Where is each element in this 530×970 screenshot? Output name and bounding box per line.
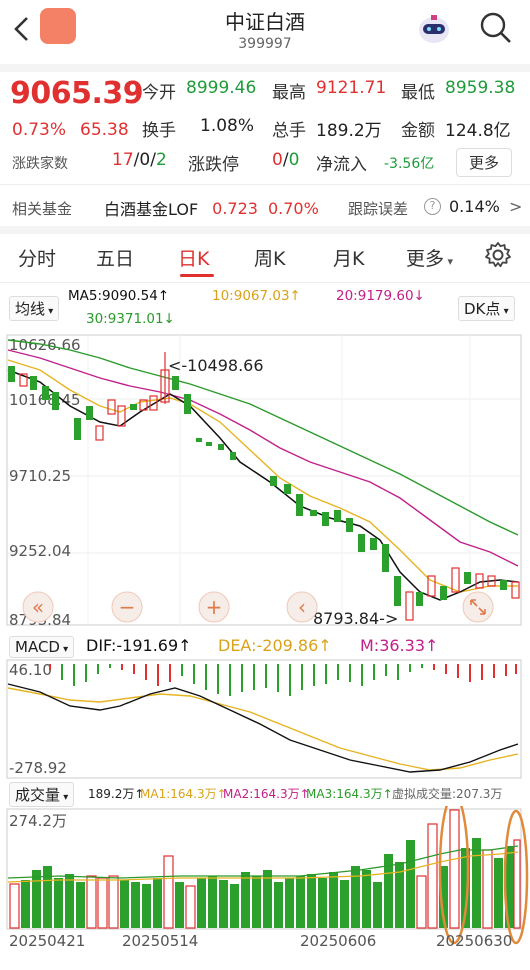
volume-label: 总手 bbox=[272, 121, 306, 141]
fund-price: 0.723 bbox=[212, 198, 258, 218]
fund-label: 相关基金 bbox=[12, 200, 73, 218]
tab-monthly-k[interactable]: 月K bbox=[333, 244, 364, 271]
volume-virtual: 虚拟成交量:207.3万 bbox=[392, 787, 503, 801]
ma30-value: 30:9371.01↓ bbox=[86, 311, 175, 327]
tab-more-label: 更多 bbox=[406, 248, 445, 270]
search-icon[interactable] bbox=[478, 10, 514, 46]
fullscreen-button[interactable] bbox=[462, 591, 494, 623]
down-count: 2 bbox=[155, 150, 167, 170]
macd-dif-line bbox=[7, 683, 519, 773]
open-value: 8999.46 bbox=[186, 78, 257, 98]
tracking-error-value: 0.14% bbox=[449, 197, 500, 216]
tab-daily-k[interactable]: 日K bbox=[178, 244, 209, 271]
netflow-value: -3.56亿 bbox=[384, 156, 435, 172]
date-label-2: 20250514 bbox=[122, 932, 198, 950]
macd-bottom-label: -278.92 bbox=[9, 759, 67, 777]
limit-up-count: 0 bbox=[272, 150, 283, 170]
limit-counts: 0/ 0 bbox=[272, 150, 300, 170]
high-annotation: <-10498.66 bbox=[168, 356, 264, 375]
volume-value: 189.2万 bbox=[316, 121, 382, 141]
date-label-4: 20250630 bbox=[436, 932, 512, 950]
macd-dea-line bbox=[7, 687, 519, 771]
open-label: 今开 bbox=[142, 83, 176, 103]
volume-selector-label: 成交量 bbox=[15, 786, 61, 804]
high-value: 9121.71 bbox=[316, 78, 387, 98]
up-count: 17 bbox=[112, 150, 134, 170]
ma20-line bbox=[7, 349, 519, 567]
tab-intraday[interactable]: 分时 bbox=[18, 244, 56, 271]
dk-point-label: DK点 bbox=[464, 300, 501, 318]
ma10-value: 10:9067.03↑ bbox=[212, 288, 301, 304]
y-label-4: 9252.04 bbox=[9, 542, 71, 560]
flat-count: 0 bbox=[139, 150, 151, 170]
fund-pct: 0.70% bbox=[267, 198, 319, 218]
caret-down-icon: ▾ bbox=[444, 255, 454, 268]
tab-weekly-k[interactable]: 周K bbox=[254, 244, 285, 271]
macd-chart[interactable]: 46.10 -278.92 bbox=[0, 640, 530, 780]
volume-ma1: MA1:164.3万↑ bbox=[140, 787, 227, 801]
ma-selector[interactable]: 均线 ▾ bbox=[9, 296, 60, 321]
volume-selector[interactable]: 成交量 ▾ bbox=[9, 782, 75, 807]
caret-down-icon: ▾ bbox=[45, 306, 54, 317]
caret-down-icon: ▾ bbox=[60, 792, 69, 803]
volume-ma3: MA3:164.3万↑ bbox=[306, 787, 393, 801]
tab-active-indicator bbox=[180, 274, 214, 277]
ma5-value: MA5:9090.54↑ bbox=[68, 288, 170, 304]
low-label: 最低 bbox=[401, 83, 435, 103]
updown-counts: 17/ 0/ 2 bbox=[112, 150, 167, 170]
volume-ma2: MA2:164.3万↑ bbox=[223, 787, 310, 801]
volume-top-label: 274.2万 bbox=[9, 812, 67, 830]
candles bbox=[8, 352, 520, 621]
ma-selector-label: 均线 bbox=[15, 300, 46, 318]
kline-chart[interactable]: 10626.66 10168.45 9710.25 9252.04 8793.8… bbox=[0, 330, 530, 630]
turnover-label: 换手 bbox=[142, 121, 176, 141]
netflow-label: 净流入 bbox=[316, 155, 367, 175]
ma5-line bbox=[7, 369, 519, 601]
scroll-left-fast-icon: « bbox=[32, 595, 44, 619]
current-price: 9065.39 bbox=[10, 76, 144, 111]
zoom-out-icon: − bbox=[119, 595, 136, 619]
limit-label: 涨跌停 bbox=[188, 155, 239, 175]
amount-label: 金额 bbox=[401, 121, 435, 141]
turnover-value: 1.08% bbox=[200, 116, 255, 136]
assistant-avatar-icon[interactable] bbox=[414, 12, 454, 48]
tab-more[interactable]: 更多 ▾ bbox=[406, 244, 453, 271]
volume-chart[interactable]: 274.2万 20250421 20250514 20250606 202506… bbox=[0, 806, 530, 950]
help-icon[interactable]: ? bbox=[424, 198, 441, 215]
date-label-3: 20250606 bbox=[300, 932, 376, 950]
more-stats-button[interactable]: 更多 bbox=[456, 148, 513, 177]
ma20-value: 20:9179.60↓ bbox=[336, 288, 425, 304]
amount-value: 124.8亿 bbox=[445, 121, 511, 141]
settings-gear-icon[interactable] bbox=[484, 241, 512, 269]
tracking-error-label: 跟踪误差 bbox=[348, 200, 409, 218]
date-label-1: 20250421 bbox=[9, 932, 85, 950]
caret-down-icon: ▾ bbox=[500, 306, 509, 317]
chevron-right-icon[interactable]: > bbox=[509, 197, 522, 216]
volume-current: 189.2万↑ bbox=[88, 787, 145, 801]
related-fund-row[interactable]: 白酒基金LOF 0.723 0.70% bbox=[104, 196, 319, 220]
high-label: 最高 bbox=[272, 83, 306, 103]
tab-5day[interactable]: 五日 bbox=[96, 244, 134, 271]
low-value: 8959.38 bbox=[445, 78, 516, 98]
dk-point-selector[interactable]: DK点 ▾ bbox=[458, 296, 515, 321]
macd-histogram bbox=[49, 664, 517, 696]
macd-top-label: 46.10 bbox=[9, 661, 52, 679]
limit-down-count: 0 bbox=[288, 150, 300, 170]
low-annotation: 8793.84-> bbox=[313, 609, 398, 628]
change-percent: 0.73% bbox=[12, 120, 67, 140]
change-amount: 65.38 bbox=[80, 120, 129, 140]
zoom-in-icon: + bbox=[206, 595, 223, 619]
fund-name: 白酒基金LOF bbox=[104, 200, 199, 219]
updown-count-label: 涨跌家数 bbox=[12, 156, 68, 172]
y-label-3: 9710.25 bbox=[9, 467, 71, 485]
scroll-left-icon: ‹ bbox=[298, 595, 306, 619]
